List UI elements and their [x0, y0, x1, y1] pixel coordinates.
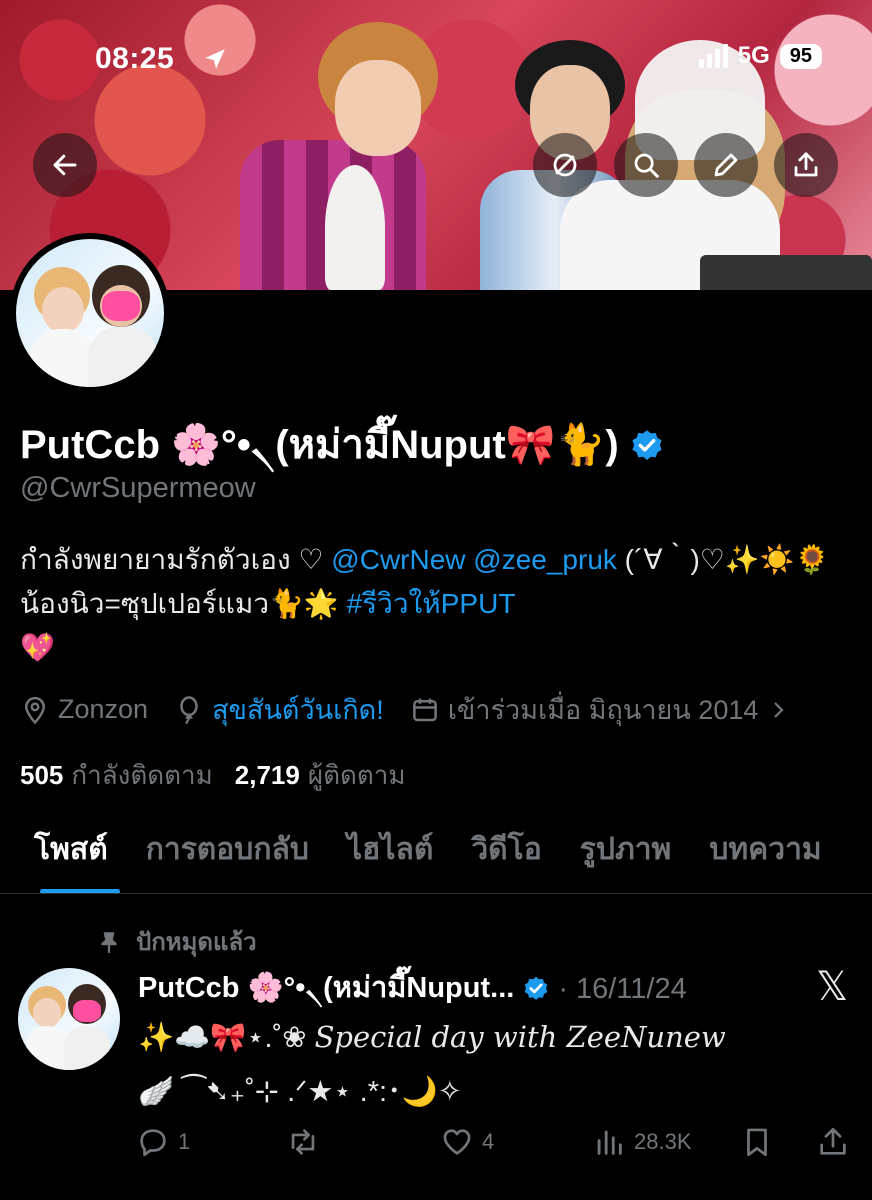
bookmark-button[interactable] — [740, 1125, 774, 1159]
status-indicators: 5G 95 — [698, 42, 822, 70]
share-button[interactable] — [774, 133, 838, 197]
pinned-text: ปักหมุดแล้ว — [136, 929, 257, 956]
edit-icon — [714, 153, 738, 177]
network-type: 5G — [737, 42, 770, 69]
post-line1-prefix: ✨☁️🎀⋆.˚❀ — [138, 1022, 315, 1054]
banner-figure — [700, 255, 872, 290]
bio-mention-link[interactable]: @zee_pruk — [473, 544, 617, 575]
back-button[interactable] — [33, 133, 97, 197]
status-time: 08:25 — [95, 42, 175, 75]
search-button[interactable] — [614, 133, 678, 197]
post-avatar[interactable] — [18, 968, 120, 1070]
tab-replies[interactable]: การตอบกลับ — [146, 826, 309, 893]
tab-photos[interactable]: รูปภาพ — [580, 826, 672, 893]
banner-figure — [335, 60, 421, 156]
tab-highlights[interactable]: ไฮไลต์ — [347, 826, 433, 893]
birthday-link[interactable]: สุขสันต์วันเกิด! — [212, 688, 384, 731]
post-author[interactable]: PutCcb 🌸°•৲(หม่ามี๊Nuput... — [138, 964, 514, 1014]
post-text: ✨☁️🎀⋆.˚❀ 𝑆𝑝𝑒𝑐𝑖𝑎𝑙 𝑑𝑎𝑦 𝑤𝑖𝑡ℎ 𝑍𝑒𝑒𝑁𝑢𝑛𝑒𝑤 🪽 ⁀➷₊… — [138, 1010, 848, 1119]
joined-text: เข้าร่วมเมื่อ มิถุนายน 2014 — [447, 695, 759, 725]
pin-icon — [101, 931, 117, 953]
views-button[interactable]: 28.3K — [592, 1125, 692, 1159]
following-link[interactable]: 505 กำลังติดตาม — [20, 755, 213, 796]
edit-button[interactable] — [694, 133, 758, 197]
profile-joined[interactable]: เข้าร่วมเมื่อ มิถุนายน 2014 — [410, 688, 791, 731]
x-logo-icon: 𝕏 — [816, 965, 849, 1009]
tab-articles[interactable]: บทความ — [709, 826, 821, 893]
reply-count: 1 — [178, 1129, 191, 1154]
bio-mention-link[interactable]: @CwrNew — [331, 544, 465, 575]
signal-icon — [698, 44, 728, 68]
repost-button[interactable] — [286, 1125, 320, 1159]
post-line2: 🪽 ⁀➷₊˚⊹ .ᐟ★⋆ .*:･🌙✧ — [138, 1076, 462, 1108]
hide-button[interactable] — [533, 133, 597, 197]
profile-bio: กำลังพยายามรักตัวเอง ♡ @CwrNew @zee_pruk… — [20, 538, 850, 670]
post-date[interactable]: 16/11/24 — [576, 973, 687, 1006]
bio-text: 💖 — [20, 632, 55, 663]
share-icon — [794, 152, 818, 177]
search-icon — [634, 153, 659, 178]
bookmark-icon — [747, 1128, 767, 1157]
profile-tabs: โพสต์ การตอบกลับ ไฮไลต์ วิดีโอ รูปภาพ บท… — [0, 826, 872, 894]
post-line1-script: 𝑆𝑝𝑒𝑐𝑖𝑎𝑙 𝑑𝑎𝑦 𝑤𝑖𝑡ℎ 𝑍𝑒𝑒𝑁𝑢𝑛𝑒𝑤 — [314, 1020, 726, 1054]
followers-link[interactable]: 2,719 ผู้ติดตาม — [235, 755, 406, 796]
verified-badge-icon — [524, 976, 548, 1000]
like-icon — [443, 1129, 471, 1155]
views-icon — [597, 1130, 622, 1155]
profile-location: Zonzon — [20, 694, 148, 725]
views-count: 28.3K — [634, 1129, 692, 1154]
profile-name-row: PutCcb 🌸°•৲(หม่ามี๊Nuput🎀🐈) — [20, 412, 665, 480]
reply-button[interactable]: 1 — [136, 1125, 190, 1159]
profile-birthday[interactable]: สุขสันต์วันเกิด! — [174, 688, 384, 731]
profile-meta: Zonzon สุขสันต์วันเกิด! เข้าร่วมเมื่อ มิ… — [20, 688, 816, 731]
repost-icon — [291, 1129, 315, 1155]
location-text: Zonzon — [58, 694, 149, 724]
like-count: 4 — [482, 1129, 495, 1154]
display-name: PutCcb 🌸°•৲(หม่ามี๊Nuput🎀🐈) — [20, 423, 619, 467]
reply-icon — [140, 1129, 166, 1157]
chevron-right-icon — [774, 701, 784, 718]
share-icon — [820, 1127, 846, 1155]
bio-text: กำลังพยายามรักตัวเอง ♡ — [20, 544, 332, 575]
location-icon — [24, 696, 46, 724]
verified-badge-icon — [632, 430, 662, 460]
bio-hashtag-link[interactable]: #รีวิวให้PPUT — [347, 588, 516, 619]
battery-level: 95 — [779, 43, 822, 69]
tab-videos[interactable]: วิดีโอ — [471, 826, 541, 893]
follow-counts: 505 กำลังติดตาม 2,719 ผู้ติดตาม — [20, 755, 405, 796]
following-count: 505 — [20, 760, 64, 790]
post-actions: 1 4 28.3K — [136, 1122, 856, 1162]
banner-figure — [325, 165, 385, 290]
avatar-image — [16, 239, 164, 387]
back-icon — [53, 154, 77, 176]
followers-label: ผู้ติดตาม — [307, 760, 406, 790]
followers-count: 2,719 — [234, 760, 300, 790]
location-arrow-icon — [202, 46, 228, 77]
balloon-icon — [180, 695, 198, 724]
post-separator: · — [558, 972, 568, 1005]
hide-icon — [553, 153, 577, 177]
tab-posts[interactable]: โพสต์ — [34, 826, 120, 893]
profile-avatar[interactable] — [10, 233, 170, 393]
like-button[interactable]: 4 — [440, 1125, 494, 1159]
pinned-label: ปักหมุดแล้ว — [96, 922, 257, 961]
profile-handle: @CwrSupermeow — [20, 472, 256, 504]
calendar-icon — [412, 698, 437, 721]
share-post-button[interactable] — [816, 1125, 850, 1159]
post-header: PutCcb 🌸°•৲(หม่ามี๊Nuput... · 16/11/24 — [138, 964, 687, 1014]
following-label: กำลังติดตาม — [71, 760, 213, 790]
